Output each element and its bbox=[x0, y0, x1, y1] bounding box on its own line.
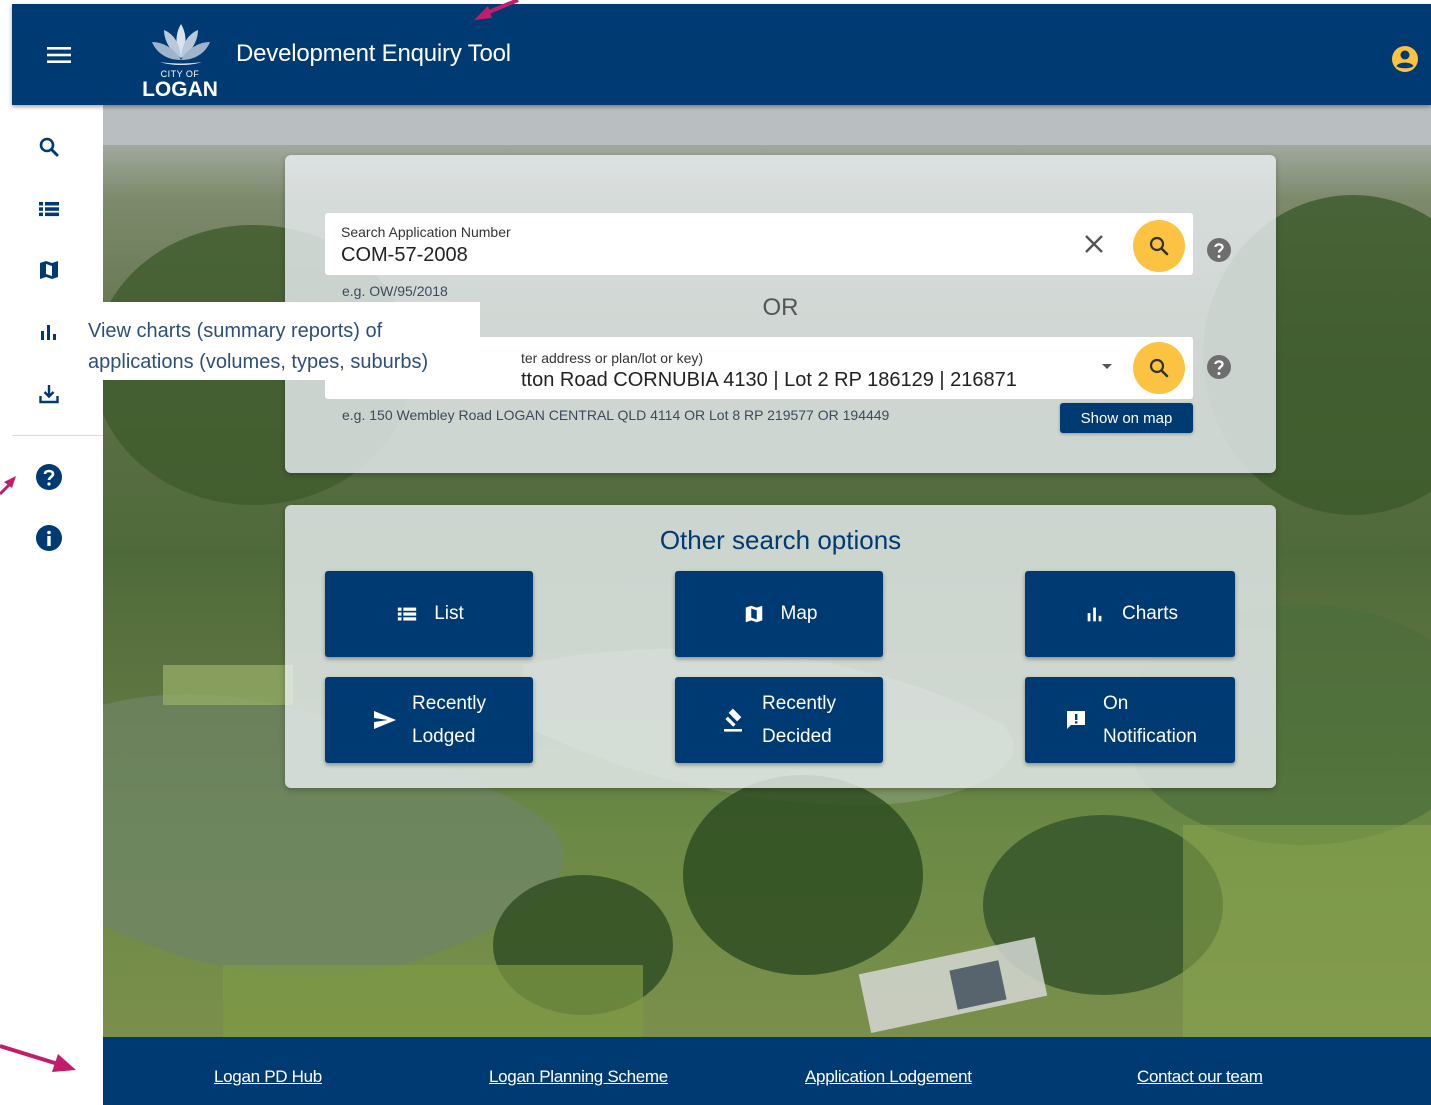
sidebar-item-help[interactable] bbox=[34, 462, 64, 492]
footer-link-application-lodgement[interactable]: Application Lodgement bbox=[805, 1067, 972, 1087]
feedback-icon bbox=[1063, 707, 1089, 733]
footer: Logan PD Hub Logan Planning Scheme Appli… bbox=[103, 1037, 1431, 1105]
other-search-options-title: Other search options bbox=[659, 525, 902, 555]
sidebar-item-charts[interactable] bbox=[34, 317, 64, 347]
recently-lodged-line2: Lodged bbox=[412, 726, 476, 747]
recently-lodged-label: Recently Lodged bbox=[412, 687, 486, 753]
charts-tooltip: View charts (summary reports) of applica… bbox=[80, 302, 480, 380]
on-notification-line2: Notification bbox=[1103, 726, 1197, 747]
application-number-label: Search Application Number bbox=[341, 224, 511, 240]
footer-link-logan-planning-scheme[interactable]: Logan Planning Scheme bbox=[489, 1067, 668, 1087]
info-icon bbox=[36, 525, 62, 551]
list-option-button[interactable]: List bbox=[325, 571, 533, 657]
footer-link-logan-pd-hub[interactable]: Logan PD Hub bbox=[214, 1067, 322, 1087]
sidebar-item-download[interactable] bbox=[34, 379, 64, 409]
recently-decided-line2: Decided bbox=[762, 726, 832, 747]
recently-decided-line1: Recently bbox=[762, 693, 836, 714]
send-icon bbox=[372, 707, 398, 733]
city-of-logan-logo[interactable]: CITY OF LOGAN bbox=[132, 14, 228, 101]
app-header: CITY OF LOGAN Development Enquiry Tool bbox=[12, 4, 1431, 105]
annotation-arrow-header bbox=[474, 0, 519, 20]
address-search-input[interactable]: tton Road CORNUBIA 4130 | Lot 2 RP 18612… bbox=[521, 369, 1017, 392]
on-notification-label: On Notification bbox=[1103, 687, 1197, 753]
charts-option-label: Charts bbox=[1122, 603, 1178, 624]
account-button[interactable] bbox=[1390, 44, 1420, 74]
address-help-icon[interactable] bbox=[1206, 354, 1232, 380]
sidebar-item-list[interactable] bbox=[34, 194, 64, 224]
on-notification-button[interactable]: On Notification bbox=[1025, 677, 1235, 763]
recently-decided-label: Recently Decided bbox=[762, 687, 836, 753]
menu-button[interactable] bbox=[42, 42, 76, 68]
other-search-options-panel: Other search options List Map Charts Rec… bbox=[285, 505, 1276, 788]
bar-chart-icon bbox=[1082, 601, 1108, 627]
sidebar-item-info[interactable] bbox=[34, 523, 64, 553]
map-option-button[interactable]: Map bbox=[675, 571, 883, 657]
sidebar-item-search[interactable] bbox=[34, 132, 64, 162]
annotation-arrow-sidebar bbox=[0, 476, 16, 496]
application-search-button[interactable] bbox=[1133, 220, 1185, 272]
address-search-button[interactable] bbox=[1133, 342, 1185, 394]
charts-option-button[interactable]: Charts bbox=[1025, 571, 1235, 657]
address-search-label: ter address or plan/lot or key) bbox=[521, 350, 704, 366]
application-number-input[interactable]: COM-57-2008 bbox=[341, 244, 468, 267]
list-option-label: List bbox=[434, 603, 464, 624]
list-icon bbox=[39, 202, 59, 217]
gavel-icon bbox=[722, 707, 748, 733]
lotus-logo-icon bbox=[152, 24, 210, 65]
recently-decided-button[interactable]: Recently Decided bbox=[675, 677, 883, 763]
map-option-label: Map bbox=[780, 603, 818, 624]
account-circle-icon bbox=[1392, 46, 1418, 72]
logo-logan-text: LOGAN bbox=[142, 78, 218, 101]
application-help-icon[interactable] bbox=[1206, 237, 1232, 263]
bar-chart-icon bbox=[41, 325, 56, 340]
show-on-map-button[interactable]: Show on map bbox=[1060, 403, 1193, 433]
footer-link-contact-our-team[interactable]: Contact our team bbox=[1137, 1067, 1263, 1087]
download-icon bbox=[39, 385, 59, 404]
search-icon bbox=[39, 137, 59, 157]
sidebar-divider bbox=[12, 435, 103, 436]
search-icon bbox=[1149, 236, 1169, 256]
application-number-field[interactable]: Search Application Number COM-57-2008 bbox=[325, 213, 1193, 275]
help-icon bbox=[36, 464, 62, 490]
hamburger-menu-icon bbox=[47, 47, 71, 63]
sidebar-item-map[interactable] bbox=[34, 255, 64, 285]
annotation-arrow-footer bbox=[0, 1044, 76, 1072]
on-notification-line1: On bbox=[1103, 693, 1129, 714]
clear-button[interactable] bbox=[1083, 233, 1105, 255]
search-icon bbox=[1149, 358, 1169, 378]
recently-lodged-line1: Recently bbox=[412, 693, 486, 714]
dropdown-arrow-icon[interactable] bbox=[1101, 363, 1113, 371]
app-title: Development Enquiry Tool bbox=[236, 40, 511, 67]
map-icon bbox=[741, 601, 767, 627]
close-icon bbox=[1085, 235, 1103, 253]
map-icon bbox=[40, 261, 58, 279]
list-icon bbox=[394, 601, 420, 627]
recently-lodged-button[interactable]: Recently Lodged bbox=[325, 677, 533, 763]
sidebar bbox=[12, 105, 103, 1105]
address-search-hint: e.g. 150 Wembley Road LOGAN CENTRAL QLD … bbox=[342, 407, 890, 423]
